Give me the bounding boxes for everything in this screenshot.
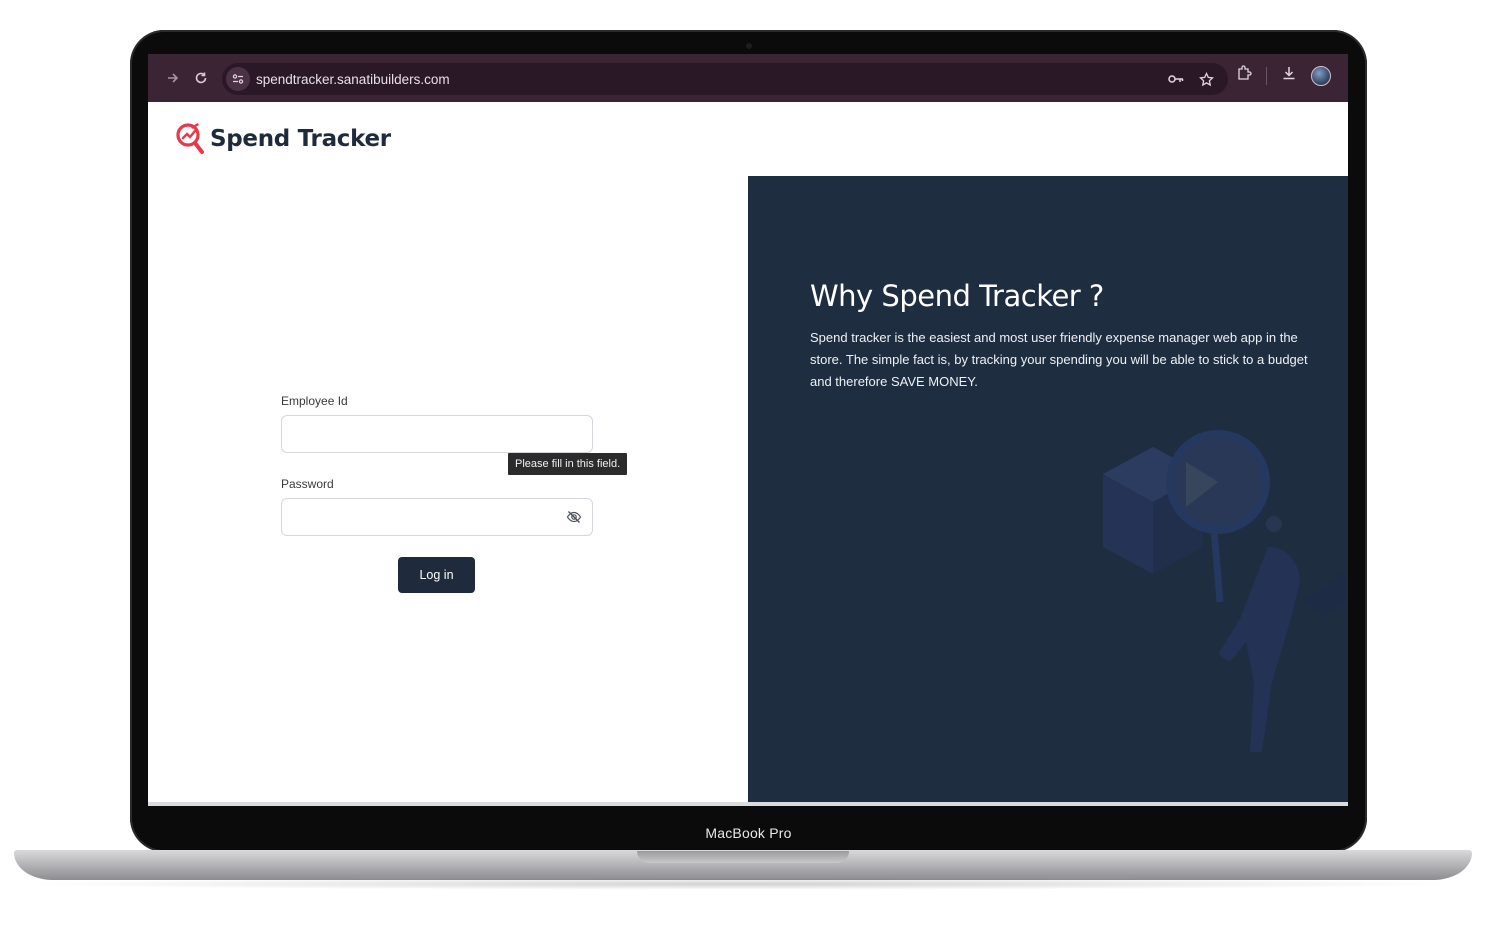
address-bar[interactable]: spendtracker.sanatibuilders.com [222,63,1228,95]
laptop-shadow [20,878,1466,890]
password-input[interactable] [281,498,593,536]
forward-arrow-icon[interactable] [160,65,186,91]
device-label: MacBook Pro [705,825,792,841]
reload-icon[interactable] [188,65,214,91]
site-info-icon[interactable] [226,67,250,91]
bookmark-star-icon[interactable] [1194,67,1218,91]
app-header: Spend Tracker [148,102,1348,176]
magnifier-chart-logo-icon [176,123,204,154]
employee-id-label: Employee Id [281,394,348,408]
download-icon[interactable] [1281,65,1297,86]
login-button[interactable]: Log in [398,557,475,593]
browser-toolbar: spendtracker.sanatibuilders.com [148,54,1348,102]
login-panel: Employee Id Please fill in this field. P… [148,176,748,802]
password-key-icon[interactable] [1164,67,1188,91]
laptop-notch [637,851,849,863]
app-name: Spend Tracker [210,126,391,152]
screen-bottom-bezel [148,802,1348,806]
extensions-icon[interactable] [1236,65,1252,86]
info-description: Spend tracker is the easiest and most us… [810,330,1308,389]
logo[interactable]: Spend Tracker [176,122,391,156]
eye-slash-icon[interactable] [566,509,582,530]
info-panel: Why Spend Tracker ? Spend tracker is the… [748,176,1348,802]
info-title: Why Spend Tracker ? [810,279,1104,313]
validation-tooltip: Please fill in this field. [508,453,628,475]
password-label: Password [281,477,334,491]
employee-id-input[interactable]: Please fill in this field. [281,415,628,475]
login-form: Employee Id Please fill in this field. P… [281,394,628,593]
analytics-illustration [1103,430,1348,752]
profile-avatar-icon[interactable] [1311,65,1331,86]
url-text[interactable]: spendtracker.sanatibuilders.com [256,72,450,87]
toolbar-divider [1266,66,1267,85]
screen: spendtracker.sanatibuilders.com Spend Tr… [148,54,1348,806]
camera [746,43,752,49]
